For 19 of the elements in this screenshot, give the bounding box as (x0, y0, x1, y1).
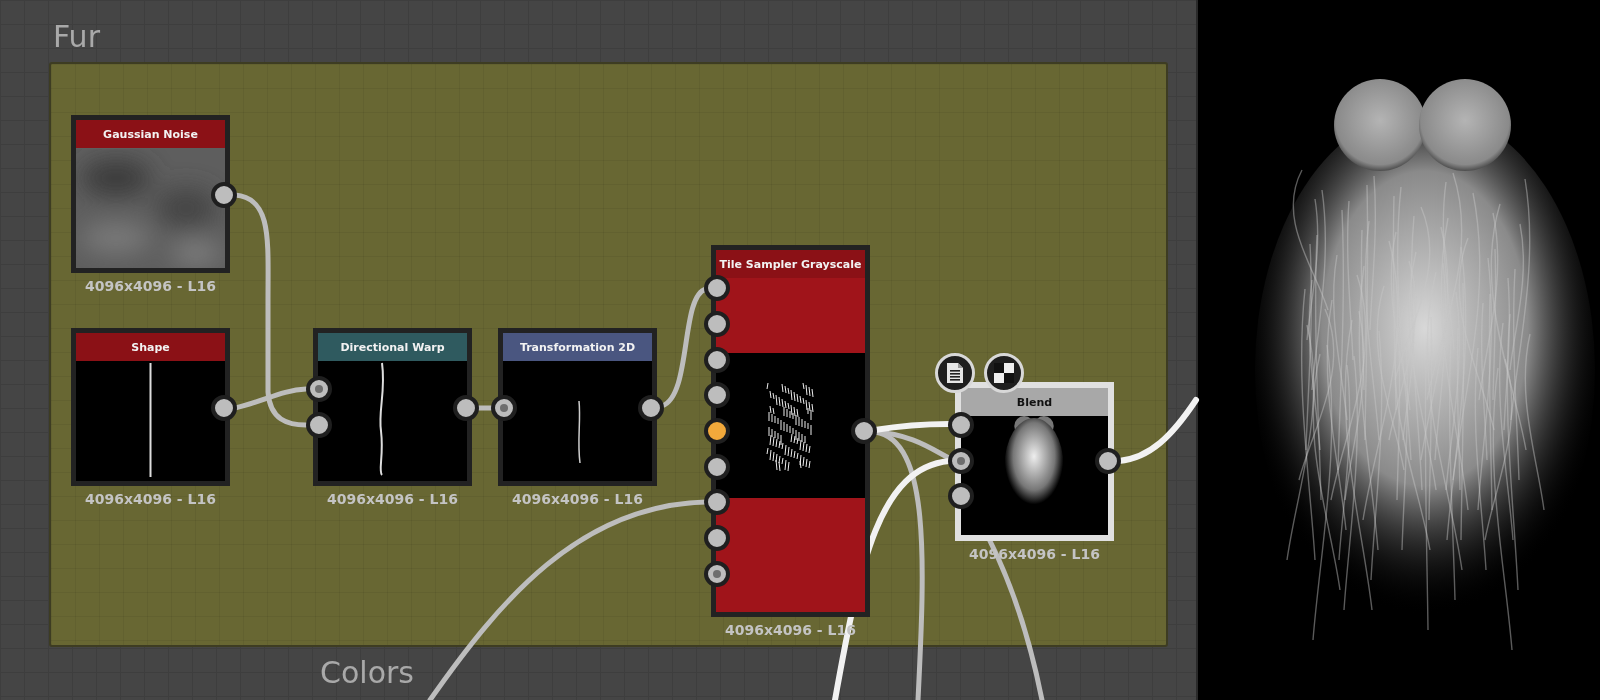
node-card[interactable]: Shape (71, 328, 230, 486)
node-header: Blend (961, 388, 1108, 416)
node-card[interactable]: Transformation 2D (498, 328, 657, 486)
node-header: Transformation 2D (503, 333, 652, 361)
node-header: Tile Sampler Grayscale (716, 250, 865, 278)
node-header: Shape (76, 333, 225, 361)
node-card[interactable]: Directional Warp (313, 328, 472, 486)
node-card[interactable]: Blend (955, 382, 1114, 541)
node-header: Gaussian Noise (76, 120, 225, 148)
short-line-drawing (578, 400, 581, 464)
frame-title: Fur (53, 20, 100, 53)
frame-title: Colors (320, 656, 414, 689)
resolution-label: 4096x4096 - L16 (85, 491, 216, 507)
resolution-label: 4096x4096 - L16 (512, 491, 643, 507)
resolution-label: 4096x4096 - L16 (85, 278, 216, 294)
node-card[interactable]: Gaussian Noise (71, 115, 230, 273)
node-header: Directional Warp (318, 333, 467, 361)
node-card[interactable]: Tile Sampler Grayscale (711, 245, 870, 617)
resolution-label: 4096x4096 - L16 (327, 491, 458, 507)
